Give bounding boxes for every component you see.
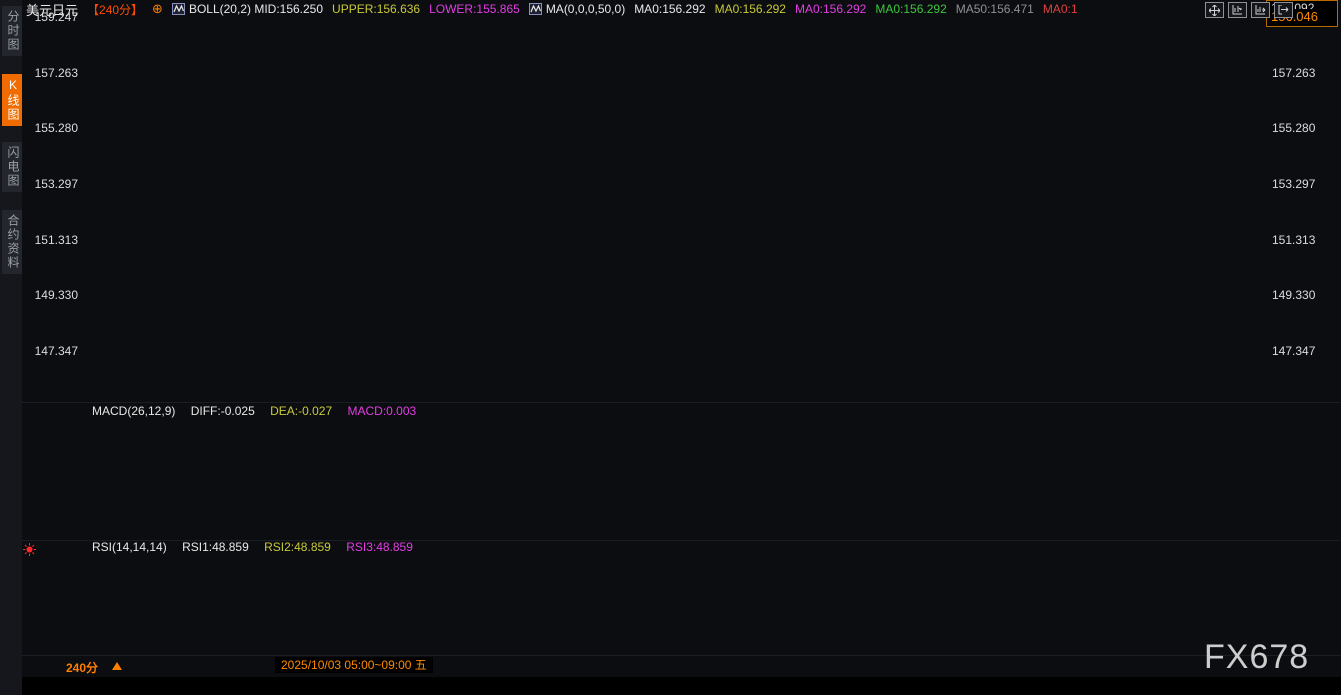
ma-value-label: MA0:156.292 bbox=[875, 2, 946, 16]
y-axis-tick-right: 151.313 bbox=[1272, 233, 1315, 247]
ma-value-label: MA0:156.292 bbox=[715, 2, 786, 16]
sidebar-item-1[interactable]: 分时图 bbox=[2, 6, 22, 56]
timeframe-up-triangle-icon[interactable] bbox=[112, 662, 122, 670]
chart-mode-sidebar: 分时图 K线图闪电图合约资料 bbox=[0, 0, 22, 695]
macd-hist-value: MACD:0.003 bbox=[347, 404, 416, 418]
boll-lower-legend: LOWER:155.865 bbox=[429, 2, 520, 16]
y-axis-tick-right: 147.347 bbox=[1272, 344, 1315, 358]
y-axis-tick-left: 151.313 bbox=[22, 233, 78, 247]
restore-view-icon[interactable] bbox=[1274, 2, 1293, 18]
y-axis-tick-left: 157.263 bbox=[22, 66, 78, 80]
macd-legend: MACD(26,12,9) DIFF:-0.025 DEA:-0.027 MAC… bbox=[92, 404, 428, 418]
rsi-name: RSI(14,14,14) bbox=[92, 540, 167, 554]
macd-name: MACD(26,12,9) bbox=[92, 404, 175, 418]
ma-value-label: MA0:156.292 bbox=[795, 2, 866, 16]
y-axis-tick-right: 155.280 bbox=[1272, 121, 1315, 135]
add-indicator-icon[interactable]: ⊕ bbox=[152, 1, 163, 17]
crosshair-time-tooltip: 2025/10/03 05:00~09:00 五 bbox=[275, 657, 433, 673]
chart-header: 美元日元 【240分】 ⊕ BOLL(20,2) MID:156.250 UPP… bbox=[26, 0, 1341, 18]
boll-legend: BOLL(20,2) MID:156.250 bbox=[189, 2, 323, 16]
sidebar-item-4[interactable]: 合约资料 bbox=[2, 210, 22, 274]
macd-panel-chart[interactable] bbox=[0, 418, 1341, 538]
rsi2-value: RSI2:48.859 bbox=[264, 540, 331, 554]
zoom-in-bars-icon[interactable] bbox=[1228, 2, 1247, 18]
rsi3-value: RSI3:48.859 bbox=[346, 540, 413, 554]
ma-value-label: MA0:156.292 bbox=[634, 2, 705, 16]
macd-dea-value: DEA:-0.027 bbox=[270, 404, 332, 418]
y-axis-tick-left: 153.297 bbox=[22, 177, 78, 191]
y-axis-tick-left: 149.330 bbox=[22, 288, 78, 302]
boll-upper-legend: UPPER:156.636 bbox=[332, 2, 420, 16]
main-price-chart[interactable] bbox=[0, 18, 1341, 402]
sidebar-item-2[interactable]: K线图 bbox=[2, 74, 22, 126]
chart-view-controls bbox=[1205, 2, 1293, 18]
time-axis: 240分 2025/10/03 05:00~09:00 五 bbox=[0, 655, 1341, 676]
alert-dot-icon[interactable] bbox=[23, 543, 36, 556]
rsi1-value: RSI1:48.859 bbox=[182, 540, 249, 554]
y-axis-tick-right: 149.330 bbox=[1272, 288, 1315, 302]
ma-value-label: MA0:1 bbox=[1043, 2, 1078, 16]
sidebar-item-3[interactable]: 闪电图 bbox=[2, 142, 22, 192]
y-axis-tick-left: 147.347 bbox=[22, 344, 78, 358]
boll-indicator-icon[interactable] bbox=[172, 3, 185, 15]
ma-legend-values: MA0:156.292 MA0:156.292 MA0:156.292 MA0:156… bbox=[634, 2, 1086, 16]
rsi-panel-chart[interactable] bbox=[0, 546, 1341, 654]
symbol-title: 美元日元 bbox=[26, 0, 78, 18]
y-axis-tick-left: 155.280 bbox=[22, 121, 78, 135]
pan-tool-icon[interactable] bbox=[1205, 2, 1224, 18]
ma-value-label: MA50:156.471 bbox=[956, 2, 1034, 16]
zoom-out-bars-icon[interactable] bbox=[1251, 2, 1270, 18]
macd-diff-value: DIFF:-0.025 bbox=[191, 404, 255, 418]
timeframe-label[interactable]: 240分 bbox=[66, 659, 98, 676]
y-axis-tick-right: 157.263 bbox=[1272, 66, 1315, 80]
rsi-legend: RSI(14,14,14) RSI1:48.859 RSI2:48.859 RS… bbox=[92, 540, 425, 554]
indicator-toolbar bbox=[0, 677, 1341, 695]
ma-indicator-icon[interactable] bbox=[529, 3, 542, 15]
period-badge: 【240分】 bbox=[87, 1, 143, 18]
panel-divider bbox=[0, 402, 1341, 403]
kline-chart-window: 分时图 K线图闪电图合约资料 美元日元 【240分】 ⊕ BOLL(20,2) M… bbox=[0, 0, 1341, 695]
ma-legend-name: MA(0,0,0,50,0) bbox=[546, 2, 625, 16]
y-axis-tick-right: 153.297 bbox=[1272, 177, 1315, 191]
